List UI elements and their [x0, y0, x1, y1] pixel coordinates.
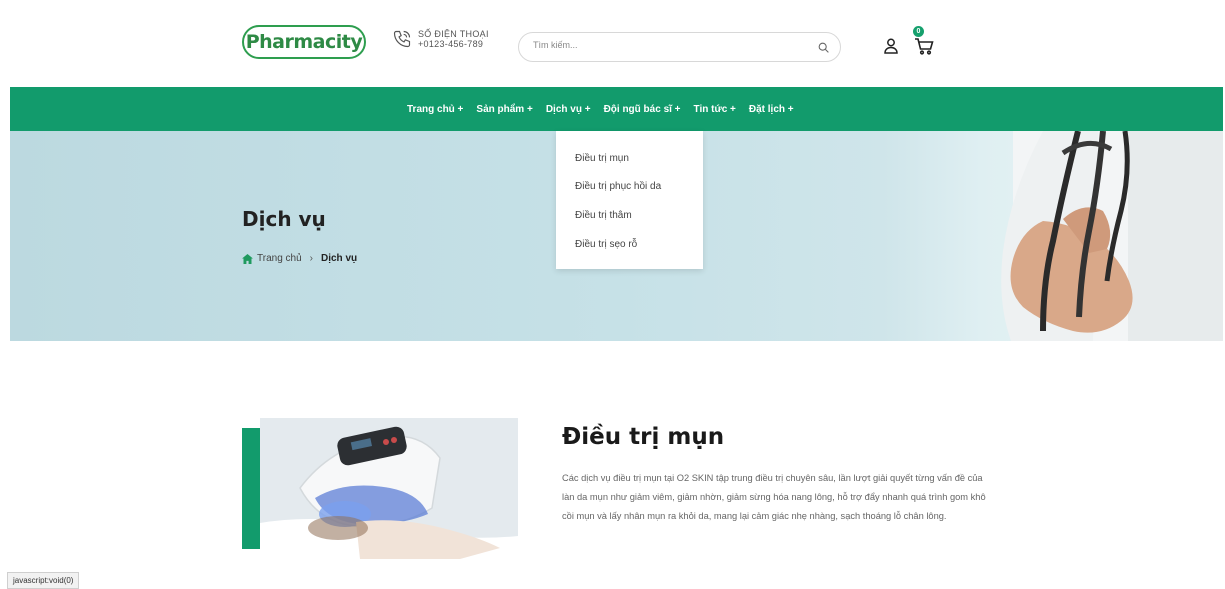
cart-count-badge: 0 — [913, 26, 924, 37]
user-icon[interactable] — [884, 38, 898, 54]
led-mask-illustration — [260, 418, 518, 559]
nav-item-news[interactable]: Tin tức + — [694, 104, 736, 115]
logo-text-part1: Pharma — [245, 31, 326, 53]
led-therapy-photo — [260, 418, 518, 559]
nav-item-products[interactable]: Sản phẩm + — [476, 104, 532, 115]
site-header: Pharma city SỐ ĐIỆN THOẠI +0123-456-789 — [10, 8, 1223, 87]
search-box — [518, 32, 841, 62]
page-title: Dịch vụ — [242, 207, 326, 231]
nav-item-booking[interactable]: Đặt lịch + — [749, 104, 794, 115]
doctor-stethoscope-image — [1001, 131, 1223, 341]
section-title: Điều trị mụn — [562, 424, 725, 450]
phone-icon — [393, 30, 411, 48]
phone-label: SỐ ĐIỆN THOẠI — [418, 29, 489, 39]
search-input[interactable] — [533, 40, 803, 50]
breadcrumb-separator: › — [309, 253, 313, 264]
services-dropdown-menu: Điều trị mụn Điều trị phục hồi da Điều t… — [556, 131, 703, 269]
cart-icon[interactable] — [914, 37, 934, 55]
dropdown-item-acne[interactable]: Điều trị mụn — [575, 153, 629, 164]
breadcrumb: Trang chủ › Dịch vụ — [242, 253, 357, 264]
section-description: Các dịch vụ điều trị mụn tại O2 SKIN tập… — [562, 473, 986, 521]
breadcrumb-current: Dịch vụ — [321, 253, 358, 264]
nav-item-doctors[interactable]: Đội ngũ bác sĩ + — [604, 104, 681, 115]
nav-item-home[interactable]: Trang chủ + — [407, 104, 463, 115]
phone-number: +0123-456-789 — [418, 39, 484, 49]
browser-status-bar: javascript:void(0) — [7, 572, 80, 589]
dropdown-item-skin-recovery[interactable]: Điều trị phục hồi da — [575, 181, 661, 192]
main-navigation: Trang chủ + Sản phẩm + Dịch vụ + Đội ngũ… — [10, 87, 1223, 131]
dropdown-item-dark-spots[interactable]: Điều trị thâm — [575, 210, 632, 221]
phone-contact[interactable]: SỐ ĐIỆN THOẠI +0123-456-789 — [392, 29, 489, 49]
search-icon[interactable] — [817, 41, 830, 54]
pharmacity-logo[interactable]: Pharma city — [242, 25, 366, 59]
home-icon — [242, 253, 253, 264]
dropdown-item-acne-scars[interactable]: Điều trị sẹo rỗ — [575, 239, 637, 250]
nav-item-services[interactable]: Dịch vụ + — [546, 104, 591, 115]
logo-text-part2: city — [325, 31, 363, 53]
breadcrumb-home-link[interactable]: Trang chủ — [257, 253, 302, 264]
